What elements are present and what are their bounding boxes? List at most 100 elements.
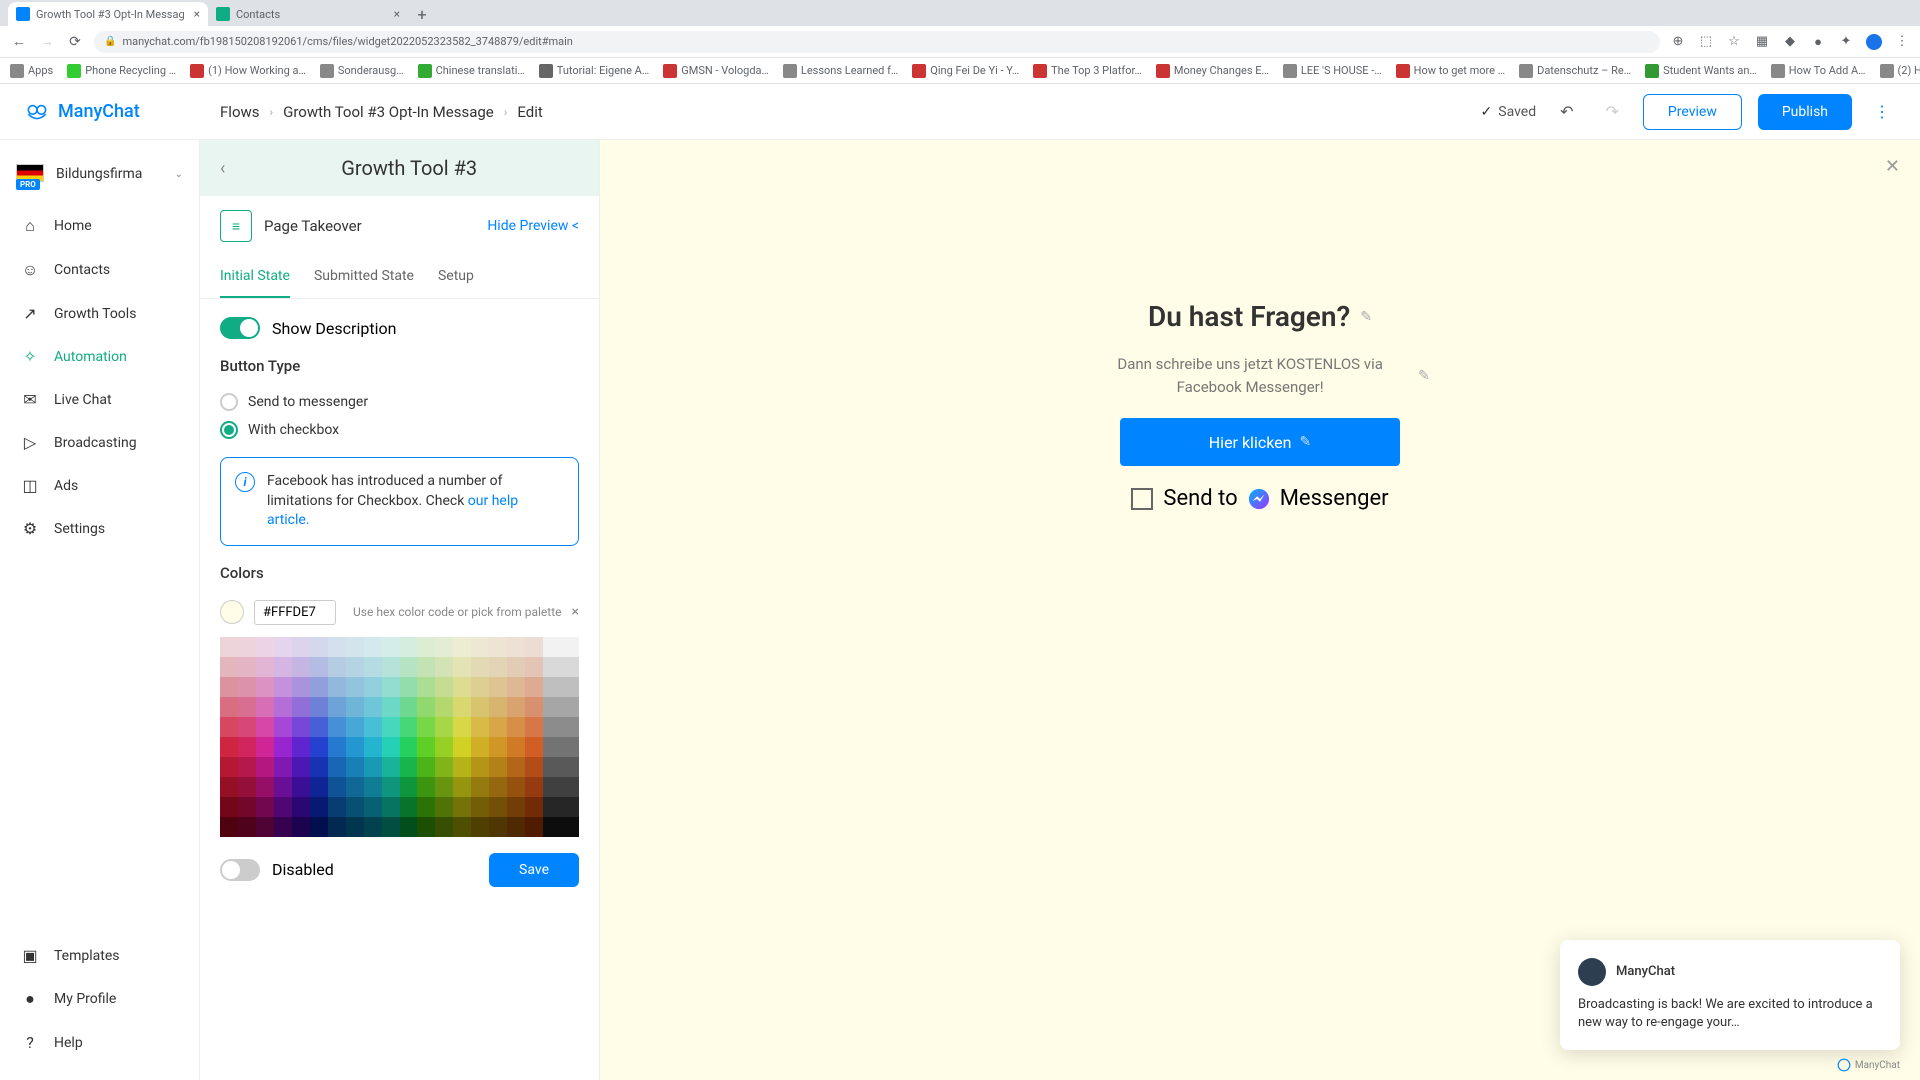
preview-description[interactable]: Dann schreibe uns jetzt KOSTENLOS via Fa…	[1090, 353, 1410, 398]
palette-swatch[interactable]	[310, 677, 328, 697]
bookmark-item[interactable]: Sonderausg…	[320, 64, 404, 78]
palette-swatch[interactable]	[489, 817, 507, 837]
palette-swatch[interactable]	[292, 737, 310, 757]
palette-swatch[interactable]	[435, 817, 453, 837]
palette-swatch[interactable]	[256, 817, 274, 837]
bookmark-item[interactable]: Tutorial: Eigene A…	[539, 64, 649, 78]
palette-swatch[interactable]	[417, 757, 435, 777]
palette-swatch[interactable]	[525, 717, 543, 737]
palette-swatch[interactable]	[525, 677, 543, 697]
radio-send-to-messenger[interactable]: Send to messenger	[220, 393, 579, 411]
palette-swatch[interactable]	[292, 657, 310, 677]
tab-submitted-state[interactable]: Submitted State	[314, 256, 414, 298]
palette-swatch[interactable]	[561, 637, 579, 657]
palette-swatch[interactable]	[507, 737, 525, 757]
bookmark-item[interactable]: Lessons Learned f…	[783, 64, 898, 78]
palette-swatch[interactable]	[489, 737, 507, 757]
palette-swatch[interactable]	[364, 717, 382, 737]
palette-swatch[interactable]	[489, 797, 507, 817]
palette-swatch[interactable]	[489, 757, 507, 777]
palette-swatch[interactable]	[453, 637, 471, 657]
close-icon[interactable]: ×	[394, 7, 400, 21]
disabled-toggle[interactable]	[220, 859, 260, 881]
browser-tab-active[interactable]: Growth Tool #3 Opt-In Messag ×	[8, 2, 208, 26]
palette-swatch[interactable]	[364, 777, 382, 797]
palette-swatch[interactable]	[507, 817, 525, 837]
palette-swatch[interactable]	[292, 717, 310, 737]
palette-swatch[interactable]	[507, 757, 525, 777]
palette-swatch[interactable]	[561, 737, 579, 757]
bookmark-item[interactable]: The Top 3 Platfor…	[1033, 64, 1142, 78]
palette-swatch[interactable]	[328, 717, 346, 737]
color-swatch[interactable]	[220, 600, 244, 624]
palette-swatch[interactable]	[220, 637, 238, 657]
bookmark-item[interactable]: Datenschutz – Re…	[1519, 64, 1631, 78]
palette-swatch[interactable]	[507, 797, 525, 817]
palette-swatch[interactable]	[543, 777, 561, 797]
back-button[interactable]: ‹	[220, 158, 225, 179]
palette-swatch[interactable]	[489, 717, 507, 737]
palette-swatch[interactable]	[328, 697, 346, 717]
palette-swatch[interactable]	[471, 697, 489, 717]
palette-swatch[interactable]	[400, 797, 418, 817]
palette-swatch[interactable]	[364, 757, 382, 777]
publish-button[interactable]: Publish	[1758, 94, 1852, 130]
more-menu-button[interactable]: ⋮	[1868, 102, 1896, 121]
palette-swatch[interactable]	[274, 637, 292, 657]
palette-swatch[interactable]	[561, 697, 579, 717]
breadcrumb-flows[interactable]: Flows	[220, 103, 260, 121]
palette-swatch[interactable]	[471, 757, 489, 777]
palette-swatch[interactable]	[507, 697, 525, 717]
palette-swatch[interactable]	[561, 717, 579, 737]
notification-popup[interactable]: ManyChat Broadcasting is back! We are ex…	[1560, 940, 1900, 1050]
palette-swatch[interactable]	[328, 737, 346, 757]
logo[interactable]: ManyChat	[24, 99, 204, 125]
sidebar-item-growth-tools[interactable]: ↗Growth Tools	[0, 292, 199, 335]
palette-swatch[interactable]	[346, 697, 364, 717]
palette-swatch[interactable]	[525, 737, 543, 757]
palette-swatch[interactable]	[453, 677, 471, 697]
extension-icon[interactable]: ▦	[1754, 34, 1770, 50]
palette-swatch[interactable]	[417, 737, 435, 757]
palette-swatch[interactable]	[400, 757, 418, 777]
sidebar-item-ads[interactable]: ◫Ads	[0, 464, 199, 507]
palette-swatch[interactable]	[507, 637, 525, 657]
palette-swatch[interactable]	[435, 737, 453, 757]
palette-swatch[interactable]	[453, 797, 471, 817]
palette-swatch[interactable]	[274, 797, 292, 817]
palette-swatch[interactable]	[453, 657, 471, 677]
palette-swatch[interactable]	[489, 637, 507, 657]
palette-swatch[interactable]	[417, 777, 435, 797]
palette-swatch[interactable]	[256, 737, 274, 757]
palette-swatch[interactable]	[471, 817, 489, 837]
palette-swatch[interactable]	[274, 657, 292, 677]
close-icon[interactable]: ×	[194, 7, 200, 21]
palette-swatch[interactable]	[400, 817, 418, 837]
palette-swatch[interactable]	[453, 697, 471, 717]
send-to-messenger-checkbox[interactable]: Send to Messenger	[1131, 486, 1388, 511]
palette-swatch[interactable]	[220, 677, 238, 697]
palette-swatch[interactable]	[328, 657, 346, 677]
sidebar-item-profile[interactable]: ●My Profile	[0, 977, 199, 1021]
palette-swatch[interactable]	[364, 817, 382, 837]
palette-swatch[interactable]	[328, 637, 346, 657]
radio-with-checkbox[interactable]: With checkbox	[220, 421, 579, 439]
sidebar-item-automation[interactable]: ✧Automation	[0, 335, 199, 378]
palette-swatch[interactable]	[507, 677, 525, 697]
extension-icon[interactable]: ◆	[1782, 34, 1798, 50]
palette-swatch[interactable]	[292, 777, 310, 797]
palette-swatch[interactable]	[310, 737, 328, 757]
palette-swatch[interactable]	[400, 777, 418, 797]
extensions-button[interactable]: ✦	[1838, 34, 1854, 50]
back-button[interactable]: ←	[10, 33, 28, 51]
extension-icon[interactable]: ●	[1810, 34, 1826, 50]
url-input[interactable]: 🔒 manychat.com/fb198150208192061/cms/fil…	[94, 31, 1660, 53]
palette-swatch[interactable]	[346, 737, 364, 757]
browser-tab[interactable]: Contacts ×	[208, 2, 408, 26]
palette-swatch[interactable]	[525, 797, 543, 817]
bookmark-item[interactable]: How To Add A…	[1771, 64, 1866, 78]
palette-swatch[interactable]	[238, 717, 256, 737]
palette-swatch[interactable]	[292, 677, 310, 697]
palette-swatch[interactable]	[238, 797, 256, 817]
bookmark-item[interactable]: (1) How Working a…	[190, 64, 306, 78]
